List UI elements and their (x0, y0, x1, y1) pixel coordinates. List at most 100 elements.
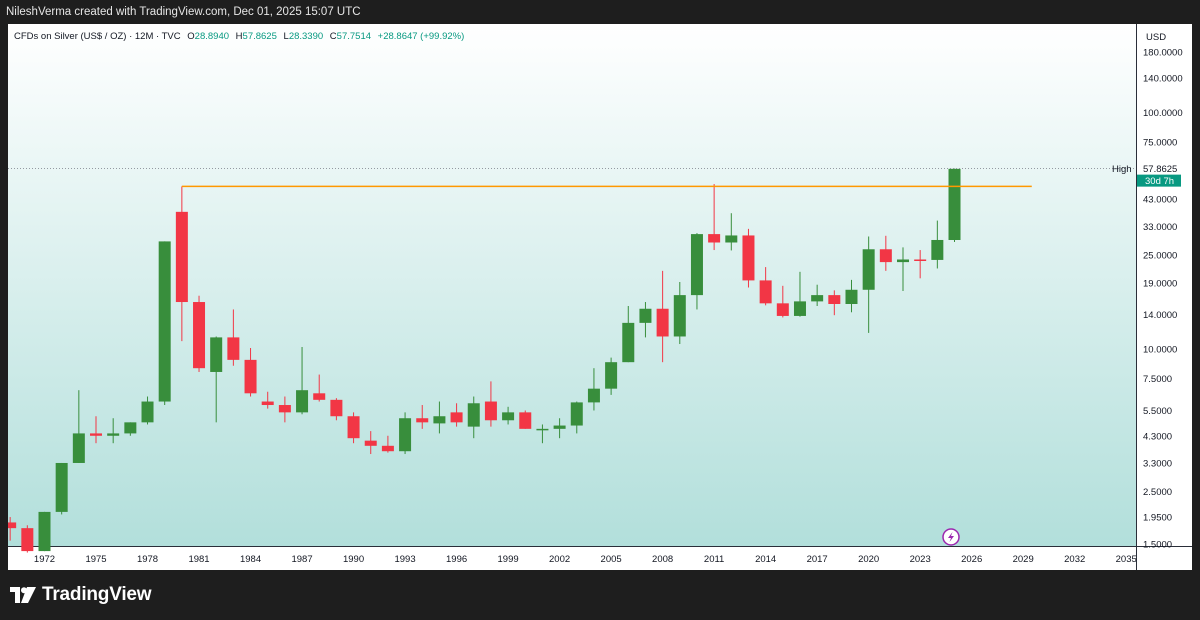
candle-1971[interactable] (21, 525, 34, 553)
candle-body (845, 289, 858, 304)
legend-close-value: 57.7514 (337, 31, 371, 42)
candle-body (38, 511, 51, 552)
price-tick-label: 25.0000 (1143, 250, 1177, 261)
candle-body (124, 422, 137, 434)
candle-1972[interactable] (38, 511, 51, 552)
time-tick-label: 2029 (1013, 554, 1034, 565)
candle-body (897, 259, 909, 263)
candle-body (90, 433, 103, 436)
time-tick-label: 1987 (291, 554, 312, 565)
candle-body (828, 295, 841, 304)
price-tick-label: 75.0000 (1143, 137, 1177, 148)
time-tick-label: 2035 (1116, 554, 1137, 565)
time-tick-label: 1984 (240, 554, 261, 565)
price-tick-label: 10.0000 (1143, 345, 1177, 356)
time-tick-label: 2005 (601, 554, 622, 565)
candle-body (175, 211, 188, 303)
price-tick-label: 5.5000 (1143, 406, 1172, 417)
candle-body (484, 401, 497, 421)
candle-body (72, 433, 85, 463)
legend-change: +28.8647 (+99.92%) (378, 31, 465, 42)
candle-body (776, 303, 789, 316)
candle-body (364, 440, 377, 446)
candle-body (296, 390, 309, 413)
candle-body (261, 401, 274, 406)
candle-2025[interactable] (948, 168, 961, 242)
price-tick-label: 140.0000 (1143, 73, 1183, 84)
price-tick-label: 2.5000 (1143, 487, 1172, 498)
candle-body (227, 337, 240, 360)
time-tick-label: 2017 (807, 554, 828, 565)
candle-1973[interactable] (55, 462, 68, 515)
candle-body (107, 433, 120, 436)
candle-body (416, 418, 429, 423)
time-tick-label: 2002 (549, 554, 570, 565)
candle-1993[interactable] (399, 412, 412, 455)
legend-low-value: 28.3390 (289, 31, 323, 42)
time-tick-label: 2032 (1064, 554, 1085, 565)
high-marker-value: 57.8625 (1143, 164, 1177, 175)
candle-body (690, 234, 703, 296)
legend-line: CFDs on Silver (US$ / OZ) · 12M · TVC O 2… (14, 31, 464, 42)
candle-body (193, 302, 206, 369)
price-tick-label: 1.9500 (1143, 513, 1172, 524)
candle-body (55, 462, 68, 512)
legend-symbol: CFDs on Silver (US$ / OZ) · 12M · TVC (14, 31, 181, 42)
candle-body (570, 402, 583, 426)
time-tick-label: 1975 (85, 554, 106, 565)
candle-body (8, 522, 17, 529)
candle-body (862, 249, 875, 290)
price-tick-label: 33.0000 (1143, 222, 1177, 233)
high-marker-label: High (1112, 164, 1132, 175)
candle-body (673, 295, 686, 337)
price-tick-label: 4.3000 (1143, 431, 1172, 442)
candle-1981[interactable] (193, 295, 206, 372)
candle-body (21, 528, 34, 552)
time-tick-label: 2008 (652, 554, 673, 565)
price-tick-label: 19.0000 (1143, 279, 1177, 290)
lightning-icon[interactable] (942, 528, 960, 546)
time-tick-label: 1993 (394, 554, 415, 565)
currency-label: USD (1146, 32, 1166, 43)
candle-body (399, 418, 412, 452)
candle-2000[interactable] (519, 410, 532, 429)
price-chart[interactable]: 180.0000 140.0000 100.0000 75.0000 43.0000 33… (8, 24, 1192, 570)
price-tick-label: 1.5000 (1143, 540, 1172, 551)
candle-body (330, 399, 343, 417)
time-tick-label: 2023 (910, 554, 931, 565)
candle-body (141, 401, 154, 423)
time-tick-label: 2011 (704, 554, 724, 565)
candle-body (931, 239, 944, 260)
candle-2013[interactable] (742, 228, 755, 288)
time-tick-label: 1990 (343, 554, 364, 565)
price-tick-label: 7.5000 (1143, 374, 1172, 385)
candle-body (553, 425, 566, 429)
candle-body (450, 412, 463, 423)
candle-body (313, 393, 326, 400)
candle-body (347, 416, 360, 439)
time-tick-label: 1996 (446, 554, 467, 565)
legend-high-value: 57.8625 (243, 31, 277, 42)
candle-body (811, 295, 824, 302)
candle-body (433, 416, 446, 424)
attribution-text: NileshVerma created with TradingView.com… (6, 6, 361, 18)
time-tick-label: 1999 (498, 554, 519, 565)
tradingview-logo-icon (10, 587, 36, 603)
candle-body (656, 308, 669, 337)
candle-body (381, 445, 394, 452)
time-tick-label: 1978 (137, 554, 158, 565)
candle-1979[interactable] (158, 241, 171, 406)
footer-bar: TradingView (0, 570, 1200, 620)
price-tick-label: 3.3000 (1143, 458, 1172, 469)
candle-body (793, 301, 806, 316)
candle-body (278, 405, 291, 413)
price-tick-label: 180.0000 (1143, 48, 1183, 59)
candle-body (519, 412, 532, 429)
candle-body (639, 308, 652, 323)
chart-frame[interactable]: 180.0000 140.0000 100.0000 75.0000 43.0000 33… (8, 24, 1192, 570)
legend-open-label: O (187, 31, 194, 42)
candle-body (759, 280, 772, 304)
candle-body (587, 388, 600, 403)
tradingview-logo[interactable]: TradingView (10, 584, 152, 606)
time-tick-label: 1981 (188, 554, 209, 565)
